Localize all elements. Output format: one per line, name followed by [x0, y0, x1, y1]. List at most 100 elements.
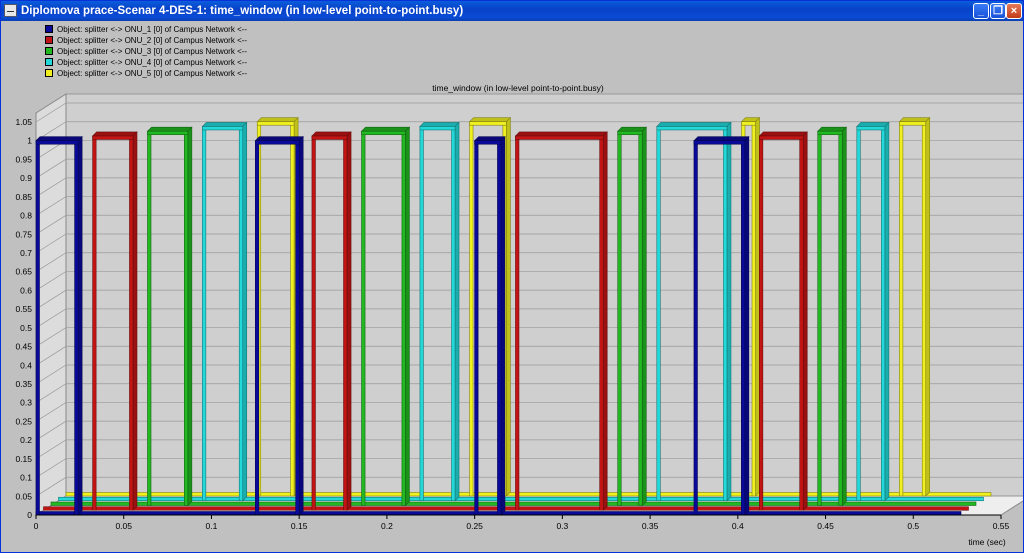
pulse-top [856, 126, 886, 131]
pulse-fall [184, 130, 189, 506]
pulse-top [469, 121, 507, 126]
pulse-fall [881, 126, 886, 502]
pulse-top [741, 121, 756, 126]
pulse-side-face [506, 116, 511, 497]
plot-left-wall [35, 93, 67, 516]
pulse-side-face [602, 131, 608, 511]
x-tick-label: 0.15 [291, 521, 308, 531]
pulse-side-face [454, 121, 460, 502]
pulse-top [202, 126, 244, 131]
pulse-top [35, 140, 79, 145]
pulse-rise [693, 140, 698, 516]
y-tick-label: 0.6 [20, 285, 32, 295]
pulse-top [817, 130, 843, 136]
pulse-top-face [758, 131, 808, 137]
pulse-top [92, 135, 134, 140]
pulse-side-face [346, 131, 352, 511]
pulse-top-face [146, 126, 193, 132]
pulse-rise [856, 126, 861, 502]
pulse-fall [129, 135, 134, 511]
pulse-side-face [744, 135, 750, 516]
y-tick-label: 1.05 [15, 117, 32, 127]
pulse-fall [451, 126, 456, 502]
y-tick-label: 0.3 [20, 398, 32, 408]
title-bar[interactable]: Diplomova prace-Scenar 4-DES-1: time_win… [1, 1, 1023, 21]
pulse-fall [921, 121, 927, 497]
pulse-top-face [35, 136, 83, 142]
close-button[interactable]: × [1006, 3, 1022, 19]
x-tick-label: 0.3 [556, 521, 568, 531]
pulse-rise [202, 126, 207, 502]
pulse-side-face [500, 135, 506, 516]
x-tick-label: 0.25 [466, 521, 483, 531]
x-tick-label: 0.5 [907, 521, 919, 531]
pulse-top-face [514, 131, 608, 137]
pulse-fall [290, 121, 295, 497]
pulse-top-face [256, 117, 299, 123]
x-tick-label: 0.05 [115, 521, 132, 531]
y-tick-label: 0.25 [15, 416, 32, 426]
pulse-rise [147, 130, 152, 506]
pulse-side-face [641, 126, 647, 507]
pulse-rise [656, 126, 661, 502]
pulse-fall [799, 135, 804, 511]
pulse-rise [469, 121, 474, 497]
x-tick-label: 0.1 [206, 521, 218, 531]
pulse-top-face [360, 126, 411, 132]
pulse-side-face [726, 121, 732, 502]
pulse-top [147, 130, 189, 136]
restore-button[interactable]: ❐ [990, 3, 1006, 19]
pulse-top-face [311, 131, 352, 137]
chart-title: time_window (in low-level point-to-point… [432, 83, 604, 93]
pulse-rise [474, 140, 479, 516]
pulse-fall [74, 140, 79, 516]
pulse-rise [35, 140, 40, 516]
pulse-side-face [925, 116, 931, 497]
minimize-button[interactable]: _ [973, 3, 989, 19]
pulse-fall [838, 130, 843, 506]
pulse-fall [295, 140, 300, 516]
pulse-side-face [884, 121, 890, 502]
y-tick-label: 0.2 [20, 435, 32, 445]
y-tick-label: 0.5 [20, 323, 32, 333]
y-tick-label: 0.35 [15, 379, 32, 389]
pulse-side-face [298, 135, 304, 516]
y-tick-label: 0.45 [15, 342, 32, 352]
pulse-top [515, 135, 604, 140]
pulse-fall [741, 140, 746, 516]
pulse-fall [638, 130, 643, 506]
plot-back-wall [65, 93, 1023, 497]
pulse-top-face [419, 122, 460, 127]
pulse-side-face [77, 135, 83, 516]
pulse-top [256, 121, 295, 126]
pulse-top-face [898, 117, 931, 123]
x-tick-label: 0.2 [381, 521, 393, 531]
pulse-fall [723, 126, 728, 502]
y-tick-label: 0.85 [15, 192, 32, 202]
pulse-rise [311, 135, 316, 511]
x-tick-label: 0 [34, 521, 39, 531]
y-tick-label: 0.4 [20, 360, 32, 370]
y-tick-label: 1 [27, 136, 32, 146]
x-tick-label: 0.4 [732, 521, 744, 531]
pulse-rise [817, 130, 822, 506]
pulse-side-face [132, 131, 138, 511]
pulse-top-face [616, 126, 648, 132]
pulse-top [899, 121, 927, 126]
pulse-side-face [405, 126, 410, 507]
pulse-fall [751, 121, 756, 497]
y-tick-label: 0.15 [15, 454, 32, 464]
app-icon[interactable] [4, 4, 17, 17]
x-tick-label: 0.45 [817, 521, 834, 531]
y-tick-label: 0.1 [20, 473, 32, 483]
pulse-rise [419, 126, 424, 502]
pulse-top [474, 140, 502, 145]
x-tick-label: 0.55 [993, 521, 1010, 531]
y-tick-label: 0.95 [15, 154, 32, 164]
minimize-icon: _ [977, 5, 985, 17]
y-tick-label: 0.8 [20, 211, 32, 221]
pulse-fall [401, 130, 406, 506]
pulse-side-face [841, 126, 847, 507]
pulse-fall [497, 140, 502, 516]
pulse-top [255, 140, 300, 145]
